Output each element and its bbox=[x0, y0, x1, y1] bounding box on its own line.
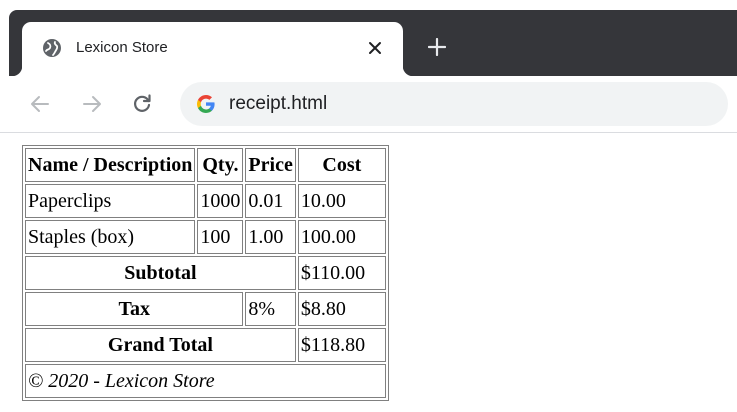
page-content: Name / Description Qty. Price Cost Paper… bbox=[0, 133, 737, 412]
globe-icon bbox=[42, 38, 62, 58]
forward-button[interactable] bbox=[78, 90, 106, 118]
subtotal-label: Subtotal bbox=[25, 256, 296, 290]
tax-row: Tax 8% $8.80 bbox=[25, 292, 386, 326]
grand-total-value: $118.80 bbox=[297, 328, 386, 362]
plus-icon bbox=[428, 38, 446, 56]
tab-lexicon-store[interactable]: Lexicon Store bbox=[12, 22, 413, 76]
table-row: Paperclips 1000 0.01 10.00 bbox=[25, 184, 386, 218]
receipt-table: Name / Description Qty. Price Cost Paper… bbox=[22, 145, 389, 401]
table-header-row: Name / Description Qty. Price Cost bbox=[25, 148, 386, 182]
close-tab-icon[interactable] bbox=[362, 35, 388, 61]
google-g-icon bbox=[196, 94, 216, 114]
item-name: Paperclips bbox=[25, 184, 196, 218]
address-bar[interactable]: receipt.html bbox=[180, 82, 728, 126]
subtotal-row: Subtotal $110.00 bbox=[25, 256, 386, 290]
item-cost: 10.00 bbox=[297, 184, 386, 218]
grand-total-row: Grand Total $118.80 bbox=[25, 328, 386, 362]
tax-label: Tax bbox=[25, 292, 244, 326]
item-price: 0.01 bbox=[245, 184, 296, 218]
new-tab-button[interactable] bbox=[420, 30, 454, 64]
browser-tabstrip: Lexicon Store bbox=[0, 0, 737, 76]
column-header: Name / Description bbox=[25, 148, 196, 182]
item-cost: 100.00 bbox=[297, 220, 386, 254]
arrow-right-icon bbox=[83, 96, 101, 112]
url-text: receipt.html bbox=[229, 93, 328, 114]
item-name: Staples (box) bbox=[25, 220, 196, 254]
subtotal-value: $110.00 bbox=[297, 256, 386, 290]
item-qty: 100 bbox=[197, 220, 244, 254]
footer-row: © 2020 - Lexicon Store bbox=[25, 364, 386, 398]
table-row: Staples (box) 100 1.00 100.00 bbox=[25, 220, 386, 254]
reload-icon bbox=[134, 94, 151, 112]
grand-total-label: Grand Total bbox=[25, 328, 296, 362]
item-qty: 1000 bbox=[197, 184, 244, 218]
item-price: 1.00 bbox=[245, 220, 296, 254]
back-button[interactable] bbox=[26, 90, 54, 118]
tax-value: $8.80 bbox=[297, 292, 386, 326]
arrow-left-icon bbox=[31, 96, 49, 112]
copyright-text: © 2020 - Lexicon Store bbox=[25, 364, 386, 398]
tab-title: Lexicon Store bbox=[76, 39, 168, 56]
column-header: Qty. bbox=[197, 148, 244, 182]
browser-toolbar: receipt.html bbox=[0, 76, 737, 133]
column-header: Price bbox=[245, 148, 296, 182]
tax-rate: 8% bbox=[245, 292, 296, 326]
column-header: Cost bbox=[297, 148, 386, 182]
reload-button[interactable] bbox=[128, 90, 156, 118]
